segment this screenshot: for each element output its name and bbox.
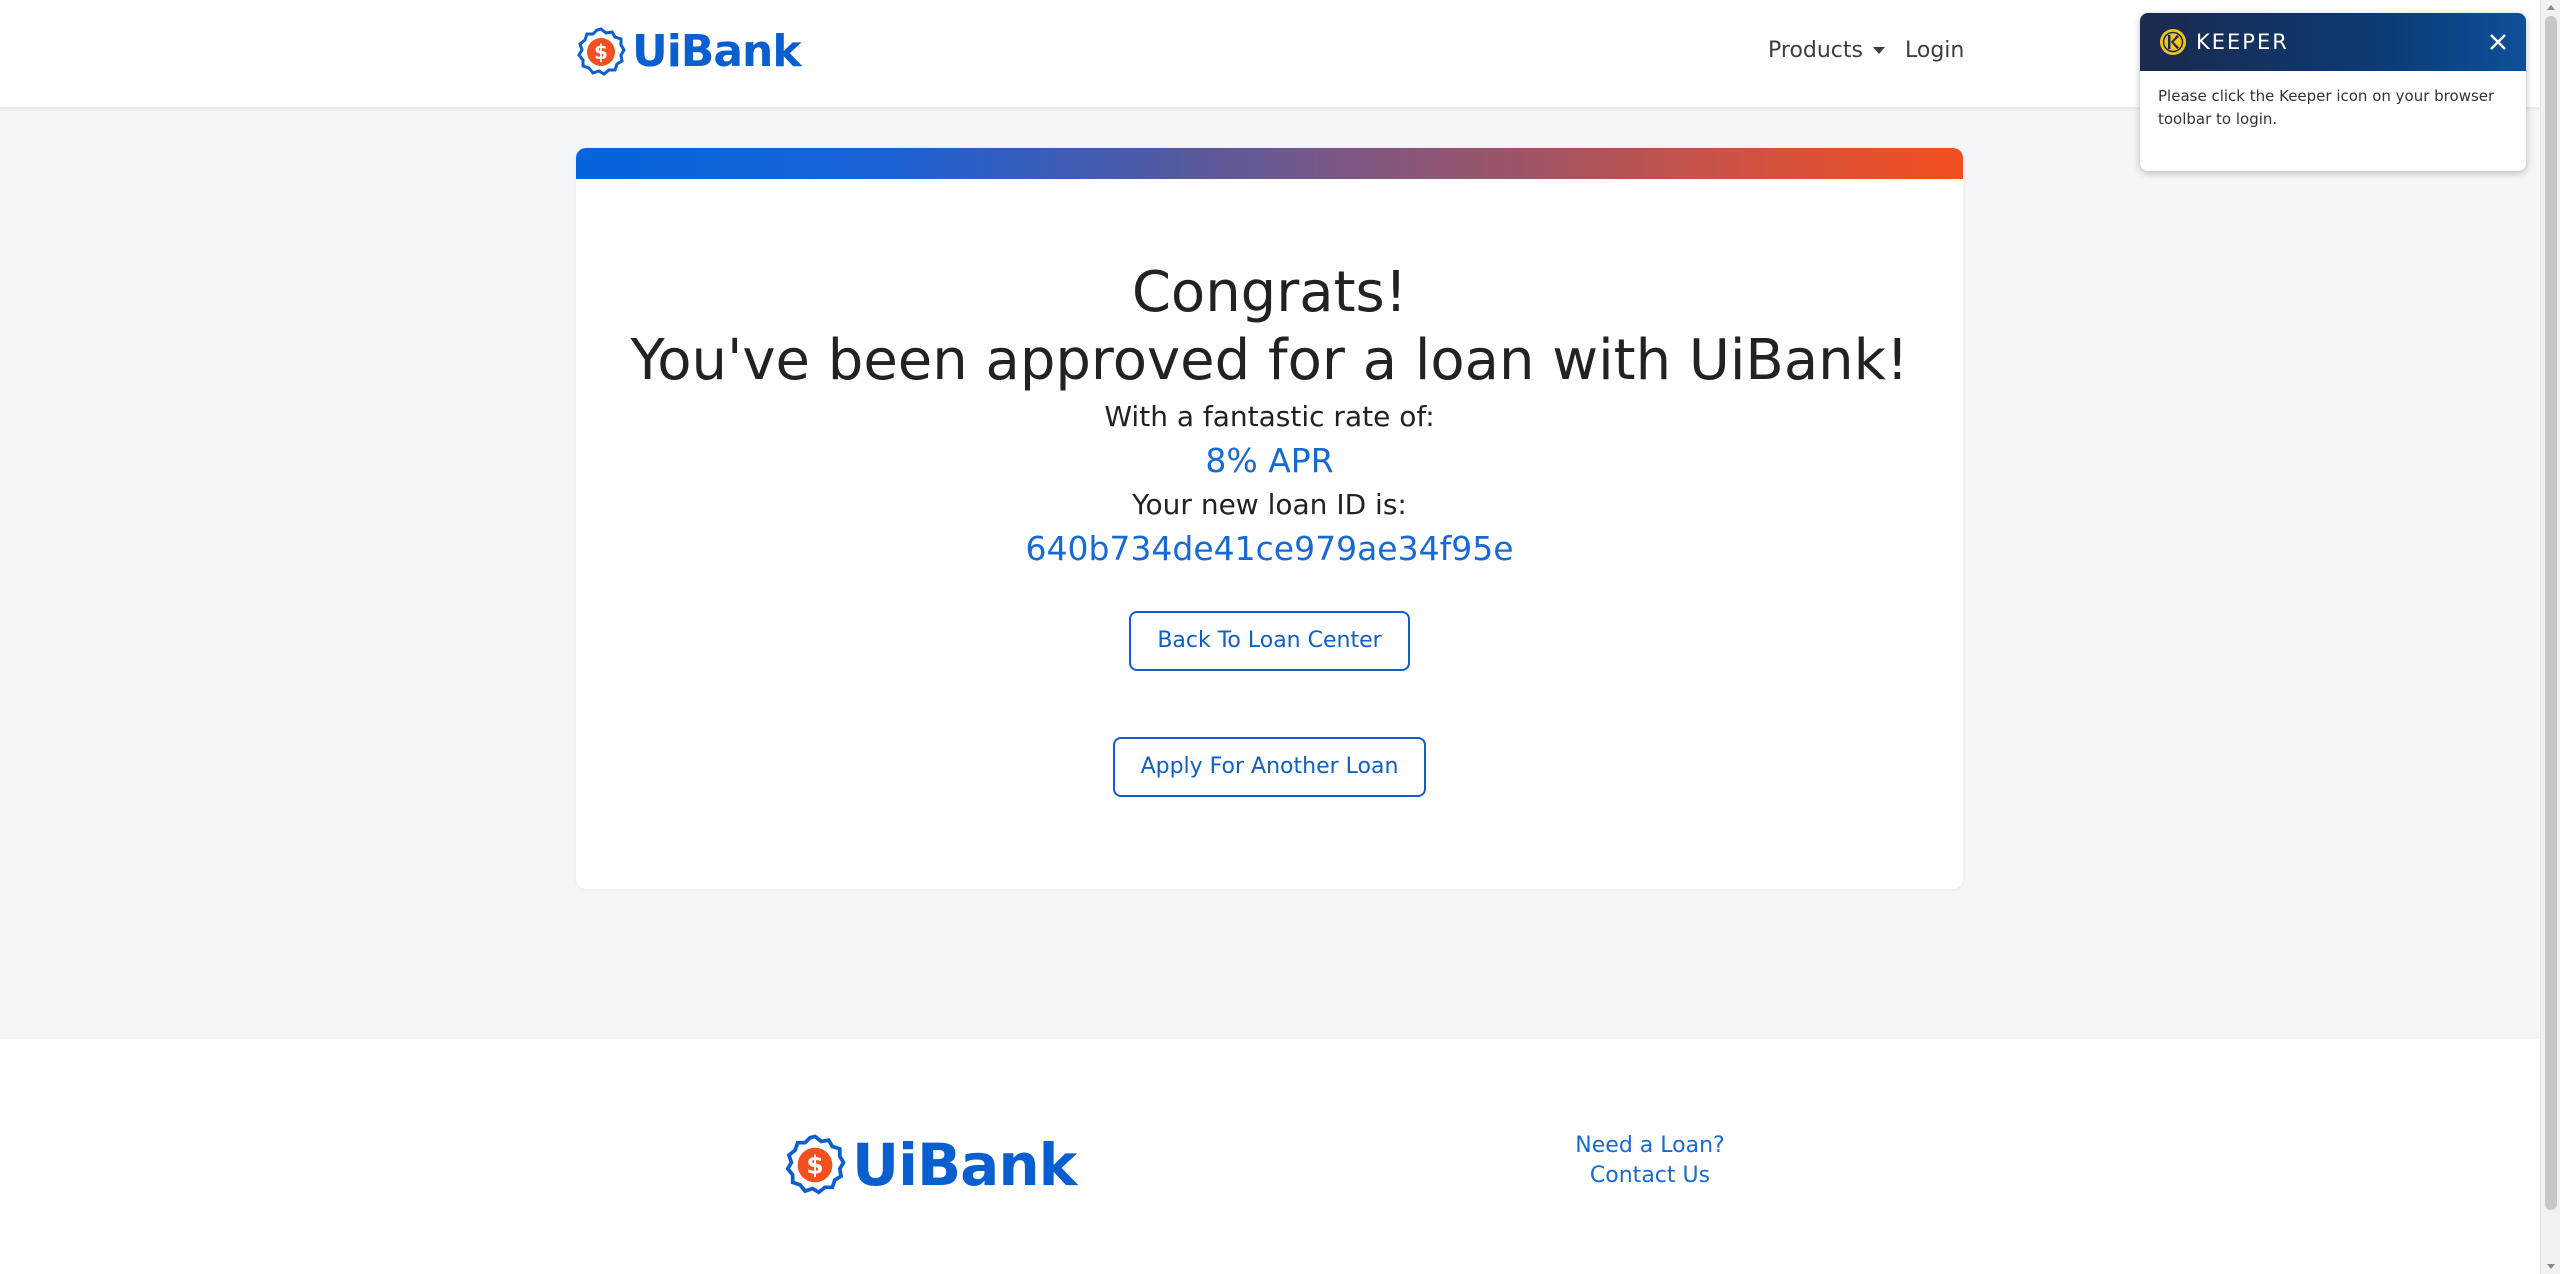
need-loan-link[interactable]: Need a Loan? — [1540, 1131, 1760, 1161]
scroll-up-icon[interactable] — [2547, 5, 2555, 10]
keeper-header: KEEPER — [2140, 13, 2526, 71]
loan-id-value: 640b734de41ce979ae34f95e — [1025, 529, 1514, 568]
caret-down-icon — [1873, 47, 1885, 54]
congrats-heading: Congrats! — [1131, 260, 1408, 325]
keeper-popup: KEEPER Please click the Keeper icon on y… — [2140, 13, 2526, 171]
footer-logo[interactable]: $ UiBank — [784, 1131, 1077, 1199]
nav-login-label: Login — [1905, 38, 1965, 63]
keeper-logo-icon — [2160, 29, 2186, 55]
contact-us-link[interactable]: Contact Us — [1540, 1161, 1760, 1191]
svg-text:$: $ — [806, 1151, 823, 1180]
card-content: Congrats! You've been approved for a loa… — [576, 179, 1963, 797]
loan-approval-card: Congrats! You've been approved for a loa… — [576, 148, 1963, 889]
loan-id-label: Your new loan ID is: — [1132, 488, 1407, 521]
close-icon[interactable] — [2484, 28, 2512, 56]
nav-login-link[interactable]: Login — [1905, 38, 1964, 63]
dollar-badge-icon: $ — [577, 26, 626, 76]
svg-text:$: $ — [594, 40, 608, 64]
card-gradient-bar — [576, 148, 1963, 179]
rate-value: 8% APR — [1205, 441, 1334, 480]
apply-another-loan-button[interactable]: Apply For Another Loan — [1112, 737, 1427, 797]
header-logo[interactable]: $ UiBank — [576, 26, 802, 77]
logo-text: UiBank — [632, 26, 802, 77]
rate-label: With a fantastic rate of: — [1104, 400, 1435, 433]
scroll-down-icon[interactable] — [2547, 1264, 2555, 1269]
main-nav: Products Login — [1768, 38, 1964, 63]
dollar-badge-icon: $ — [785, 1134, 846, 1195]
nav-products-dropdown[interactable]: Products — [1768, 38, 1885, 63]
keeper-title: KEEPER — [2196, 30, 2289, 54]
footer-logo-text: UiBank — [852, 1131, 1077, 1199]
scrollbar-thumb[interactable] — [2545, 16, 2557, 1210]
footer-links: Need a Loan? Contact Us — [1540, 1131, 1760, 1191]
page-scrollbar[interactable] — [2540, 0, 2560, 1274]
nav-products-label: Products — [1768, 38, 1863, 63]
keeper-message: Please click the Keeper icon on your bro… — [2158, 87, 2495, 128]
approved-heading: You've been approved for a loan with UiB… — [630, 328, 1909, 393]
back-to-loan-center-button[interactable]: Back To Loan Center — [1129, 611, 1410, 671]
site-footer: $ UiBank Need a Loan? Contact Us — [0, 1039, 2540, 1274]
